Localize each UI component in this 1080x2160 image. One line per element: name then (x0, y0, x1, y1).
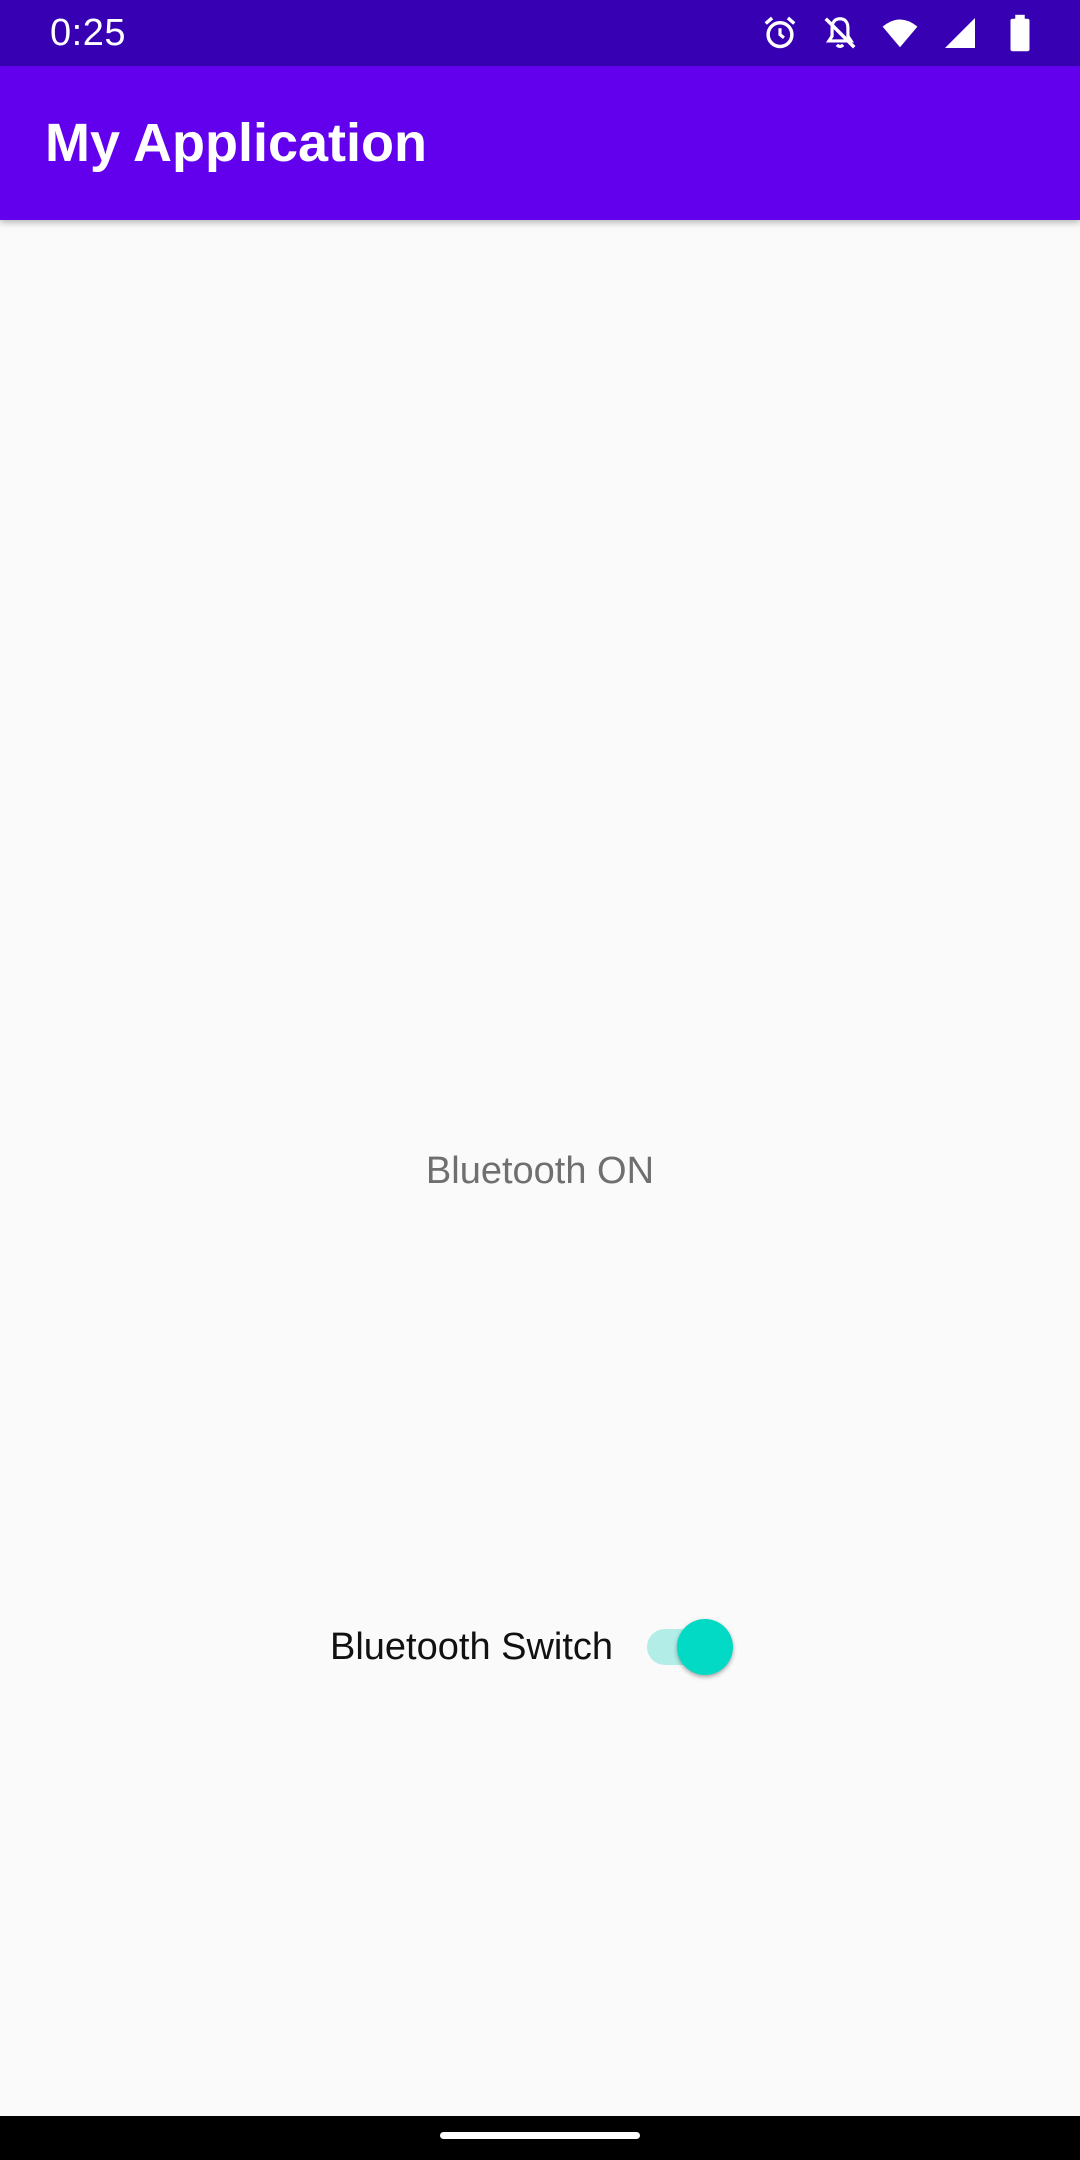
bluetooth-switch[interactable] (643, 1612, 735, 1682)
bluetooth-status-text: Bluetooth ON (425, 1150, 655, 1192)
app-bar: My Application (0, 66, 1080, 220)
status-icons (760, 13, 1040, 53)
bluetooth-switch-row[interactable]: Bluetooth Switch (330, 1612, 735, 1682)
bluetooth-switch-label: Bluetooth Switch (330, 1626, 614, 1668)
wifi-icon (880, 13, 920, 53)
navigation-bar (0, 2116, 1080, 2160)
switch-thumb[interactable] (677, 1619, 734, 1675)
home-handle[interactable] (440, 2132, 640, 2139)
signal-icon (940, 13, 980, 53)
status-bar: 0:25 (0, 0, 1080, 66)
battery-icon (1000, 13, 1040, 53)
alarm-icon (760, 13, 800, 53)
notifications-off-icon (820, 13, 860, 53)
app-title: My Application (45, 113, 428, 173)
status-time: 0:25 (50, 12, 126, 54)
